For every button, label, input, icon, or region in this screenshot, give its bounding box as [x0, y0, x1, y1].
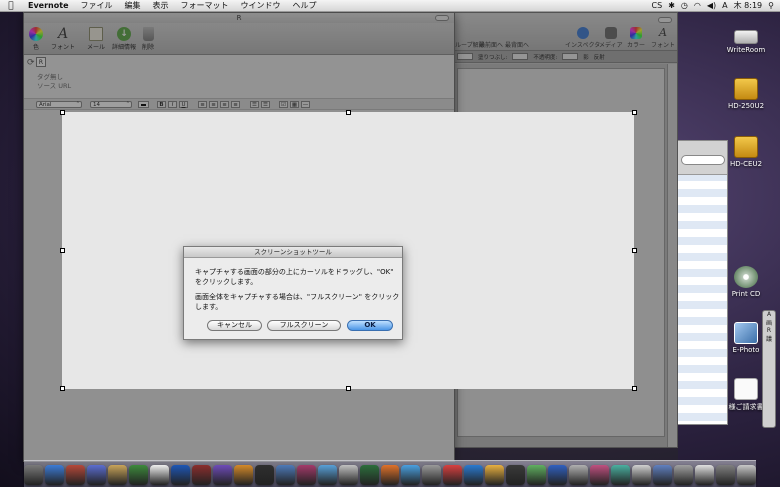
resize-handle-bottom-right[interactable]: [632, 386, 637, 391]
photo-icon: [734, 322, 758, 344]
resize-handle-top-left[interactable]: [60, 110, 65, 115]
desktop-icon-hd-250u2[interactable]: HD-250U2: [720, 78, 772, 110]
dock-app-icon[interactable]: [716, 465, 735, 485]
dock-app-icon[interactable]: [485, 465, 505, 485]
menubar:  Evernote ファイル 編集 表示 フォーマット ウインドウ ヘルプ C…: [0, 0, 780, 12]
dock-app-icon[interactable]: [695, 465, 715, 485]
dock-app-icon[interactable]: [149, 465, 169, 485]
wifi-icon[interactable]: ◠: [694, 1, 701, 10]
apple-icon[interactable]: : [0, 1, 22, 11]
cancel-button[interactable]: キャンセル: [207, 320, 262, 331]
background-list-panel: [676, 140, 728, 425]
menu-help[interactable]: ヘルプ: [287, 0, 323, 11]
dock-app-icon[interactable]: [212, 465, 232, 485]
dock-app-icon[interactable]: [632, 465, 652, 485]
dock-app-icon[interactable]: [527, 465, 547, 485]
dock-app-icon[interactable]: [275, 465, 295, 485]
dock-app-icon[interactable]: [233, 465, 253, 485]
dock-app-icon[interactable]: [380, 465, 400, 485]
dock: [24, 460, 756, 487]
resize-handle-top-right[interactable]: [632, 110, 637, 115]
menu-file[interactable]: ファイル: [75, 0, 119, 11]
dock-app-icon[interactable]: [65, 465, 85, 485]
dock-app-icon[interactable]: [443, 465, 463, 485]
menu-window[interactable]: ウインドウ: [235, 0, 287, 11]
spotlight-icon[interactable]: ⚲: [768, 1, 774, 10]
desktop-icon-label: HD-250U2: [727, 102, 765, 110]
menu-edit[interactable]: 編集: [119, 0, 147, 11]
dock-app-icon[interactable]: [674, 465, 694, 485]
dock-app-icon[interactable]: [338, 465, 358, 485]
right-edge-tray[interactable]: A 画 R 議: [762, 310, 776, 428]
ok-button[interactable]: OK: [347, 320, 393, 331]
fullscreen-button[interactable]: フルスクリーン: [267, 320, 341, 331]
resize-handle-right[interactable]: [632, 248, 637, 253]
dock-app-icon[interactable]: [401, 465, 421, 485]
dock-app-icon[interactable]: [653, 465, 673, 485]
dock-app-icon[interactable]: [24, 465, 44, 485]
dialog-message-drag: キャプチャする画面の部分の上にカーソルをドラッグし、"OK" をクリックします。: [195, 268, 394, 286]
desktop-icon-label: HD-CEU2: [729, 160, 763, 168]
clock-icon[interactable]: ◷: [681, 1, 688, 10]
menu-extra-cs[interactable]: CS: [652, 1, 663, 10]
dock-app-icon[interactable]: [107, 465, 127, 485]
resize-handle-top[interactable]: [346, 110, 351, 115]
dock-app-icon[interactable]: [128, 465, 148, 485]
menu-format[interactable]: フォーマット: [175, 0, 235, 11]
dock-app-icon[interactable]: [736, 465, 756, 485]
desktop-icon-label: E-Photo: [732, 346, 760, 354]
dock-app-icon[interactable]: [506, 465, 526, 485]
dock-app-icon[interactable]: [191, 465, 211, 485]
dock-app-icon[interactable]: [86, 465, 106, 485]
dock-app-icon[interactable]: [359, 465, 379, 485]
dialog-title[interactable]: スクリーンショットツール: [184, 247, 402, 258]
right-tray-label: A 画 R 議: [765, 311, 772, 343]
drive-icon: [734, 30, 758, 44]
desktop-icon-label: WriteRoom: [726, 46, 766, 54]
resize-handle-left[interactable]: [60, 248, 65, 253]
desktop-icon-label: Print CD: [731, 290, 761, 298]
screenshot-tool-dialog: スクリーンショットツール キャプチャする画面の部分の上にカーソルをドラッグし、"…: [183, 246, 403, 340]
menu-view[interactable]: 表示: [147, 0, 175, 11]
volume-icon[interactable]: ◀): [707, 1, 716, 10]
bluetooth-icon[interactable]: ✱: [668, 1, 675, 10]
dock-app-icon[interactable]: [611, 465, 631, 485]
menu-app-name[interactable]: Evernote: [22, 1, 75, 10]
dock-app-icon[interactable]: [296, 465, 316, 485]
menubar-status-area: CS ✱ ◷ ◠ ◀) A 木 8:19 ⚲: [652, 0, 780, 11]
resize-handle-bottom-left[interactable]: [60, 386, 65, 391]
dock-app-icon[interactable]: [170, 465, 190, 485]
dock-app-icon[interactable]: [590, 465, 610, 485]
usb-drive-icon: [734, 78, 758, 100]
list-panel-header: [677, 141, 727, 175]
menubar-clock[interactable]: 木 8:19: [734, 0, 763, 11]
usb-drive-icon: [734, 136, 758, 158]
dialog-message-fullscreen: 画面全体をキャプチャする場合は、"フルスクリーン" をクリックします。: [195, 293, 400, 311]
dock-app-icon[interactable]: [254, 465, 274, 485]
search-field[interactable]: [681, 155, 725, 165]
dock-app-icon[interactable]: [569, 465, 589, 485]
dock-app-icon[interactable]: [45, 465, 64, 485]
dock-app-icon[interactable]: [548, 465, 568, 485]
desktop-icon-writeroom[interactable]: WriteRoom: [720, 24, 772, 54]
resize-handle-bottom[interactable]: [346, 386, 351, 391]
input-method-a[interactable]: A: [722, 1, 727, 10]
document-icon: [734, 378, 758, 400]
dock-app-icon[interactable]: [464, 465, 484, 485]
cd-icon: [734, 266, 758, 288]
desktop-icon-label: 様ご請求書: [728, 403, 764, 411]
dock-app-icon[interactable]: [422, 465, 442, 485]
dock-app-icon[interactable]: [317, 465, 337, 485]
